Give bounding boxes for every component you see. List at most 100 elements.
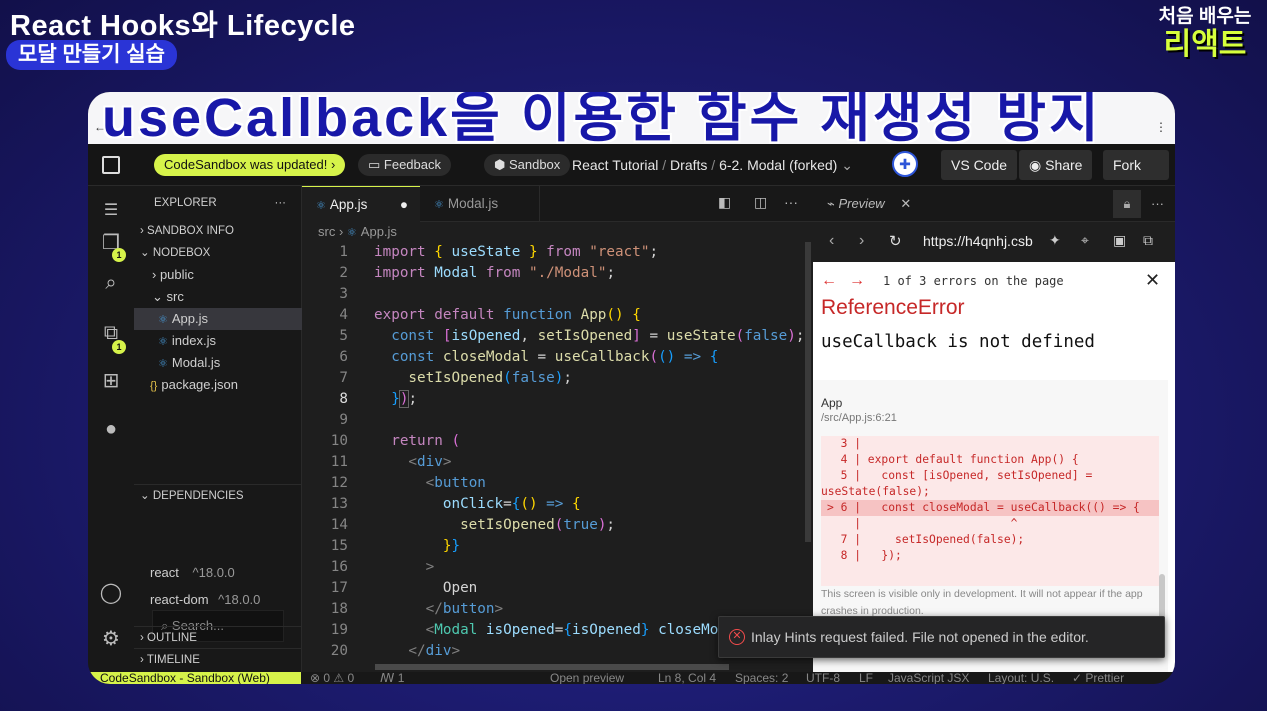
- dependency-item[interactable]: react-dom ^18.0.0: [134, 589, 302, 611]
- gear-icon[interactable]: ⚙: [98, 626, 124, 652]
- encoding[interactable]: UTF-8: [806, 671, 840, 684]
- breadcrumb-folder[interactable]: src: [318, 224, 335, 239]
- crosshair-icon[interactable]: ⌖: [1081, 232, 1089, 249]
- refresh-icon[interactable]: ↻: [889, 232, 902, 250]
- line-ending[interactable]: LF: [859, 671, 873, 684]
- indentation[interactable]: Spaces: 2: [735, 671, 788, 684]
- tab-preview[interactable]: ⌁ Preview ✕: [827, 196, 911, 212]
- tab-app-js[interactable]: ⚛ App.js ●: [302, 186, 420, 222]
- more-icon[interactable]: ···: [1151, 196, 1164, 211]
- section-dependencies[interactable]: ⌄ DEPENDENCIES: [134, 484, 302, 506]
- code-line: 14 setIsOpened(true);: [330, 517, 616, 533]
- snippet-line: 3 |: [827, 437, 862, 450]
- file-modal-js[interactable]: ⚛ Modal.js: [134, 352, 302, 374]
- snippet-line: 5 | const [isOpened, setIsOpened] =: [827, 469, 1093, 482]
- dependency-item[interactable]: react ^18.0.0: [134, 562, 302, 584]
- crumb-team[interactable]: React Tutorial: [572, 157, 658, 173]
- more-icon[interactable]: ···: [784, 194, 798, 210]
- prev-error-button[interactable]: ←: [821, 272, 837, 290]
- channel-logo-line1: 처음 배우는: [1158, 6, 1252, 27]
- code-editor[interactable]: 1 import { useState } from "react"; 2 impo…: [302, 242, 813, 672]
- snippet-line: 4 | export default function App() {: [827, 453, 1079, 466]
- search-icon[interactable]: ⌕: [98, 270, 124, 296]
- extensions-icon[interactable]: ⊞: [98, 368, 124, 394]
- popout-icon[interactable]: ⧉: [1143, 232, 1153, 249]
- preview-icon: ⌁: [827, 196, 839, 211]
- account-icon[interactable]: ◯: [98, 580, 124, 606]
- github-icon[interactable]: ●: [98, 416, 124, 442]
- current-line-number: 8: [339, 391, 348, 407]
- language-mode[interactable]: JavaScript JSX: [888, 671, 969, 684]
- prettier-status[interactable]: ✓ Prettier: [1072, 671, 1124, 684]
- fork-button[interactable]: Fork ⌄: [1103, 150, 1169, 203]
- open-preview-button[interactable]: Open preview: [550, 671, 624, 684]
- breadcrumb-file[interactable]: App.js: [361, 224, 397, 239]
- error-icon: ✕: [729, 629, 745, 645]
- browser-menu-icon[interactable]: ⋮: [1155, 120, 1167, 134]
- sandbox-pill[interactable]: ⬢ Sandbox: [484, 154, 571, 176]
- section-timeline[interactable]: › TIMELINE: [134, 648, 302, 670]
- code-line: 7 setIsOpened(false);: [339, 370, 572, 386]
- channel-logo-line2: 리액트: [1163, 28, 1247, 61]
- chevron-right-icon: ›: [140, 225, 148, 237]
- file-label: package.json: [161, 377, 238, 392]
- file-index-js[interactable]: ⚛ index.js: [134, 330, 302, 352]
- preview-url-bar: ‹ › ↻ https://h4qnhj.csb ✦ ⌖ ▣ ⧉: [813, 222, 1175, 262]
- hamburger-icon[interactable]: ☰: [98, 198, 124, 224]
- activity-bar: ☰ ❐ 1 ⌕ ⧉ 1 ⊞ ● ◯ ⚙: [88, 186, 134, 672]
- close-icon[interactable]: ✕: [1145, 270, 1160, 291]
- section-nodebox[interactable]: ⌄ NODEBOX: [134, 242, 302, 264]
- dependency-name: react: [150, 565, 179, 580]
- code-line: 10 return (: [330, 433, 461, 449]
- toggle-sidebar-icon[interactable]: ◧: [718, 194, 731, 211]
- menu-square-icon[interactable]: [102, 156, 120, 174]
- section-outline[interactable]: › OUTLINE: [134, 626, 302, 648]
- feedback-button[interactable]: ▭ Feedback: [358, 154, 451, 176]
- ports-indicator[interactable]: ꟿ 1: [380, 671, 404, 684]
- keyboard-layout[interactable]: Layout: U.S.: [988, 671, 1054, 684]
- file-app-js[interactable]: ⚛ App.js: [134, 308, 302, 330]
- remote-indicator[interactable]: CodeSandbox - Sandbox (Web): [88, 672, 301, 684]
- forward-icon[interactable]: ›: [859, 232, 864, 250]
- vscode-button[interactable]: VS Code: [941, 150, 1018, 180]
- snippet-line: 7 | setIsOpened(false);: [827, 533, 1025, 546]
- editor-scrollbar[interactable]: [805, 242, 811, 542]
- close-icon[interactable]: ✕: [900, 196, 911, 211]
- updated-pill[interactable]: CodeSandbox was updated! ›: [154, 154, 346, 176]
- problems-indicator[interactable]: ⊗ 0 ⚠ 0: [310, 671, 354, 684]
- preview-url[interactable]: https://h4qnhj.csb: [923, 233, 1033, 249]
- share-button[interactable]: ◉ Share: [1019, 150, 1093, 180]
- section-sandbox-info[interactable]: › SANDBOX INFO: [134, 220, 302, 242]
- unsaved-dot-icon[interactable]: ●: [400, 187, 408, 223]
- explorer-header: EXPLORER ···: [134, 192, 302, 214]
- ide-window: ← ⋮ useCallback을 이용한 함수 재생성 방지 CodeSandb…: [88, 92, 1175, 684]
- cursor-position[interactable]: Ln 8, Col 4: [658, 671, 716, 684]
- avatar[interactable]: ✚: [892, 151, 918, 177]
- folder-public[interactable]: › public: [134, 264, 302, 286]
- stack-file-link[interactable]: /src/App.js:6:21: [821, 412, 897, 424]
- channel-logo: 처음 배우는 리액트: [1157, 6, 1253, 62]
- crumb-project[interactable]: 6-2. Modal (forked): [719, 157, 837, 173]
- lesson-banner: useCallback을 이용한 함수 재생성 방지: [102, 92, 1102, 148]
- chevron-down-icon: ⌄: [140, 247, 153, 259]
- preview-panel: ⌁ Preview ✕ 🔒︎ ··· ‹ › ↻ https://h4qnhj.…: [813, 186, 1175, 672]
- more-icon[interactable]: ···: [275, 192, 287, 214]
- share-label: Share: [1045, 157, 1083, 173]
- folder-src[interactable]: ⌄ src: [134, 286, 302, 308]
- snippet-line: | ^: [827, 517, 1018, 530]
- eye-icon: ◉: [1029, 157, 1046, 173]
- next-error-button[interactable]: →: [849, 272, 865, 290]
- lock-icon[interactable]: 🔒︎: [1113, 190, 1141, 218]
- file-package-json[interactable]: {} package.json: [134, 374, 302, 396]
- crumb-drafts[interactable]: Drafts: [670, 157, 707, 173]
- wand-icon[interactable]: ✦: [1049, 232, 1061, 249]
- tab-modal-js[interactable]: ⚛ Modal.js: [420, 186, 540, 222]
- chevron-down-icon[interactable]: ⌄: [841, 157, 853, 173]
- split-editor-icon[interactable]: ◫: [754, 194, 767, 211]
- error-count: 1 of 3 errors on the page: [883, 274, 1064, 288]
- editor-horizontal-scrollbar[interactable]: [375, 664, 729, 670]
- console-icon[interactable]: ▣: [1113, 232, 1126, 249]
- code-line: 1 import { useState } from "react";: [339, 244, 659, 260]
- back-icon[interactable]: ‹: [829, 232, 834, 250]
- snippet-line-highlight: > 6 | const closeModal = useCallback(() …: [821, 500, 1159, 516]
